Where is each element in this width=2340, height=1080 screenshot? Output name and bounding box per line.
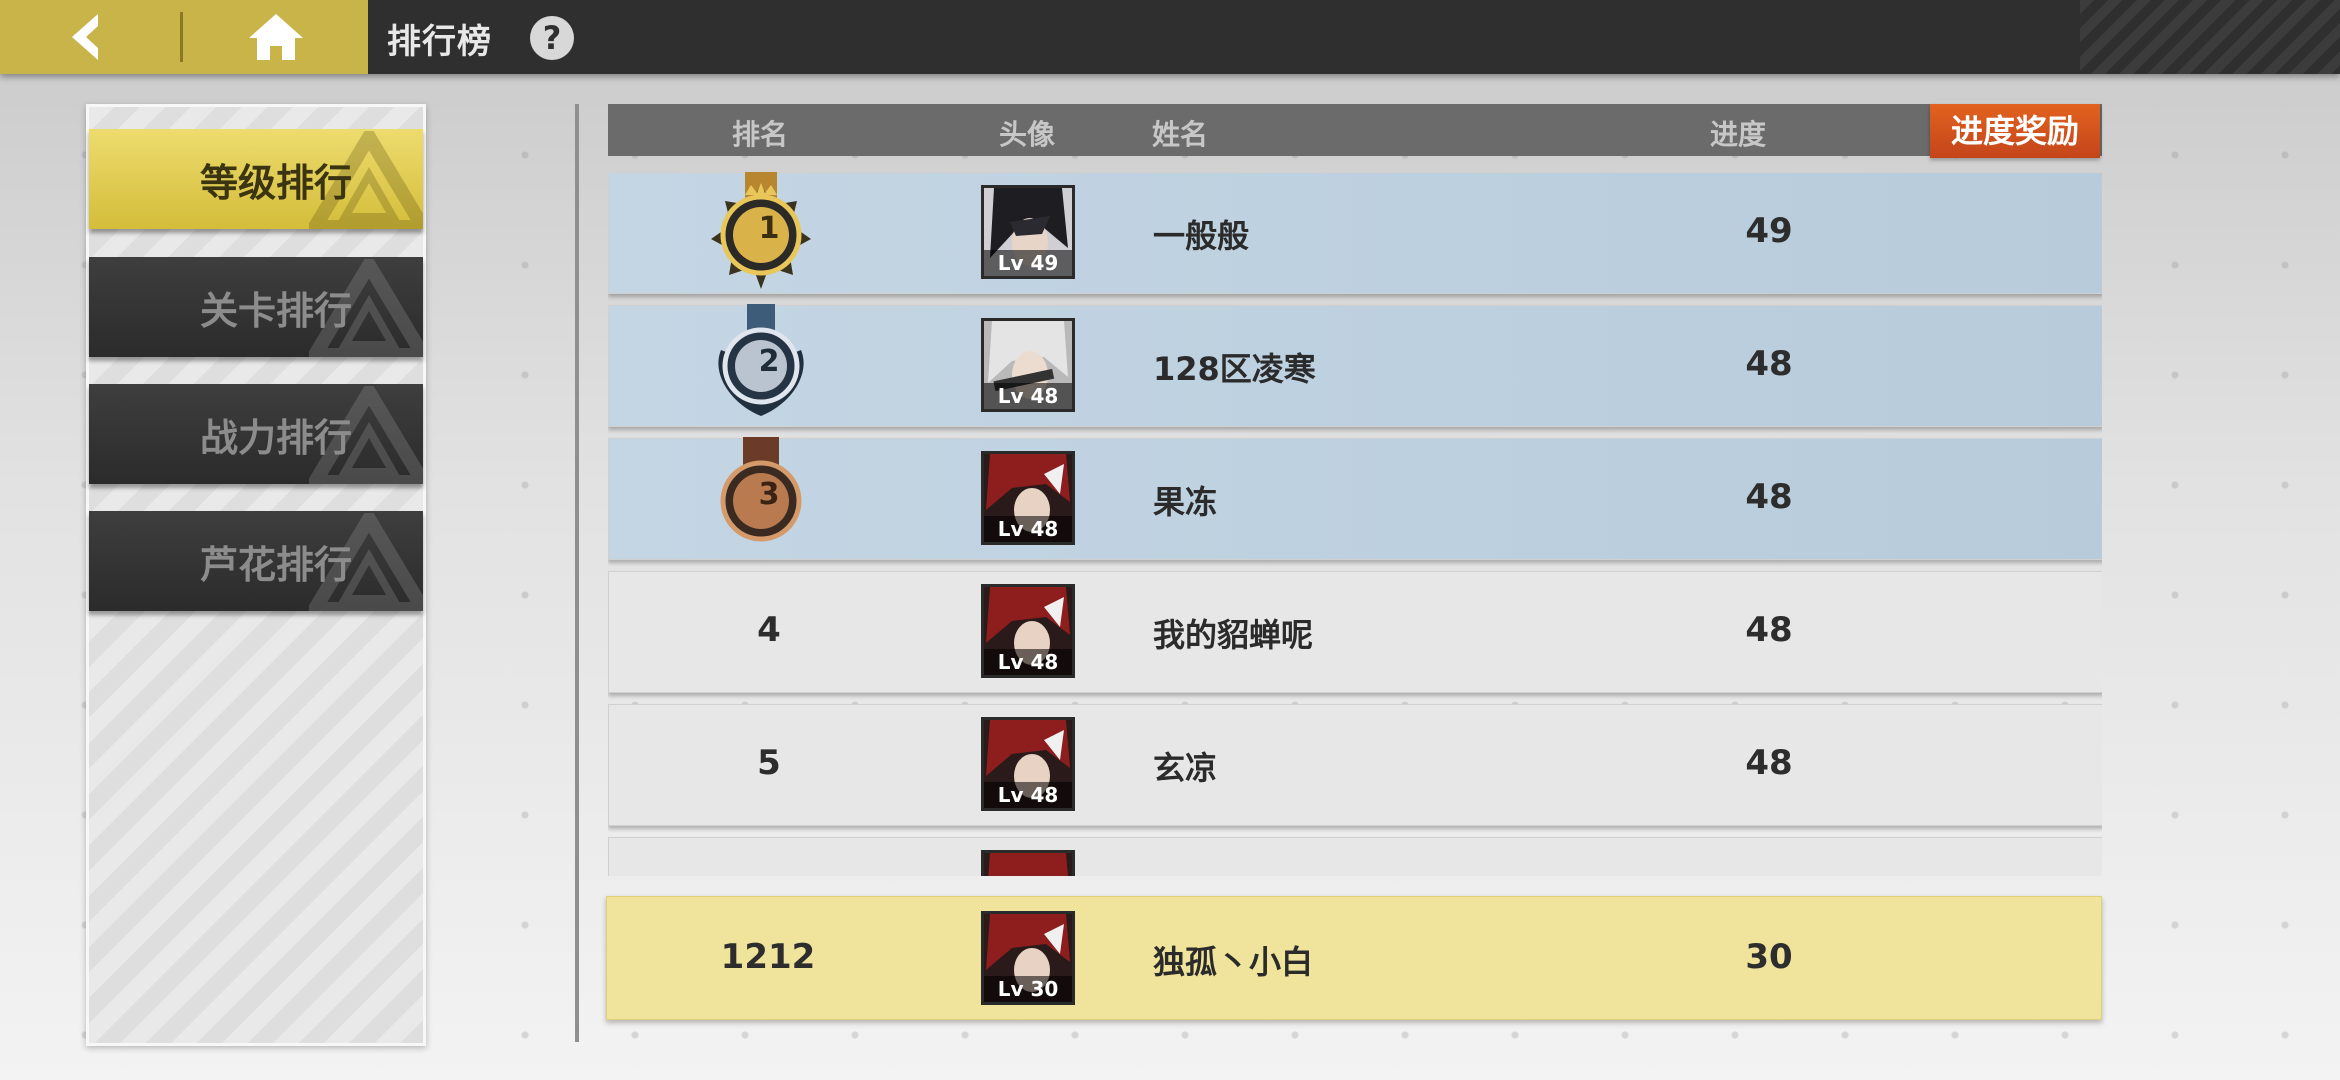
home-icon [249,14,303,60]
list-item[interactable] [608,837,2102,876]
my-avatar[interactable]: Lv 30 [981,911,1075,1005]
avatar[interactable]: Lv 48 [981,717,1075,811]
top-bar: 排行榜 ? [0,0,2340,74]
avatar[interactable]: Lv 48 [981,451,1075,545]
avatar-level: Lv 30 [984,976,1072,1002]
category-label: 关卡排行 [199,288,352,333]
avatar[interactable] [981,850,1075,876]
player-progress: 49 [1745,211,1793,251]
player-progress: 48 [1745,477,1793,517]
player-name: 玄凉 [1153,749,1218,787]
header-name: 姓名 [1152,118,1209,151]
category-panel: 等级排行 关卡排行 战力排行 芦花排行 [86,104,426,1046]
home-button[interactable] [230,6,322,68]
rank-number: 1 [758,211,780,246]
category-stage-ranking[interactable]: 关卡排行 [89,257,423,357]
avatar-level: Lv 48 [984,516,1072,542]
player-progress: 48 [1745,610,1793,650]
rank-list[interactable]: 1 Lv 49 一般般 49 2 Lv 48 128区凌寒 48 3 Lv 48… [608,172,2102,876]
header-rank: 排名 [732,118,789,151]
category-label: 战力排行 [199,415,352,460]
list-header: 排名 头像 姓名 进度 [608,104,2102,156]
back-button[interactable] [40,6,132,68]
avatar-level: Lv 48 [984,383,1072,409]
player-name: 我的貂蝉呢 [1153,616,1314,654]
avatar[interactable]: Lv 48 [981,318,1075,412]
top-bar-stripes [2080,0,2340,74]
header-progress: 进度 [1710,118,1767,151]
list-item[interactable]: 4 Lv 48 我的貂蝉呢 48 [608,571,2102,693]
list-item[interactable]: 3 Lv 48 果冻 48 [608,437,2102,560]
category-label: 等级排行 [199,160,352,205]
player-name: 果冻 [1153,483,1218,521]
avatar-level: Lv 49 [984,250,1072,276]
category-luhua-ranking[interactable]: 芦花排行 [89,511,423,611]
category-power-ranking[interactable]: 战力排行 [89,384,423,484]
avatar[interactable]: Lv 49 [981,185,1075,279]
my-player-name: 独孤丶小白 [1153,943,1314,981]
category-label: 芦花排行 [199,542,352,587]
page-title: 排行榜 [387,22,492,62]
avatar[interactable]: Lv 48 [981,584,1075,678]
list-item[interactable]: 1 Lv 49 一般般 49 [608,172,2102,294]
category-level-ranking[interactable]: 等级排行 [89,129,423,229]
header-avatar: 头像 [999,118,1056,151]
player-name: 一般般 [1153,217,1250,255]
nav-block [0,0,368,74]
player-name: 128区凌寒 [1153,350,1316,388]
help-button[interactable]: ? [530,16,574,60]
rank-number: 5 [757,743,781,783]
list-item[interactable]: 5 Lv 48 玄凉 48 [608,704,2102,826]
my-rank-number: 1212 [720,937,816,977]
avatar-portrait [984,853,1072,876]
progress-reward-button[interactable]: 进度奖励 [1930,104,2100,158]
avatar-level: Lv 48 [984,649,1072,675]
my-rank-row: 1212 Lv 30 独孤丶小白 30 [606,896,2102,1020]
player-progress: 48 [1745,344,1793,384]
list-item[interactable]: 2 Lv 48 128区凌寒 48 [608,304,2102,427]
rank-number: 2 [758,344,780,379]
nav-divider [180,12,183,62]
rank-number: 4 [757,610,781,650]
vertical-separator [575,104,579,1042]
back-arrow-icon [72,14,98,60]
rank-number: 3 [758,477,780,512]
player-progress: 48 [1745,743,1793,783]
my-player-progress: 30 [1745,937,1793,977]
avatar-level: Lv 48 [984,782,1072,808]
